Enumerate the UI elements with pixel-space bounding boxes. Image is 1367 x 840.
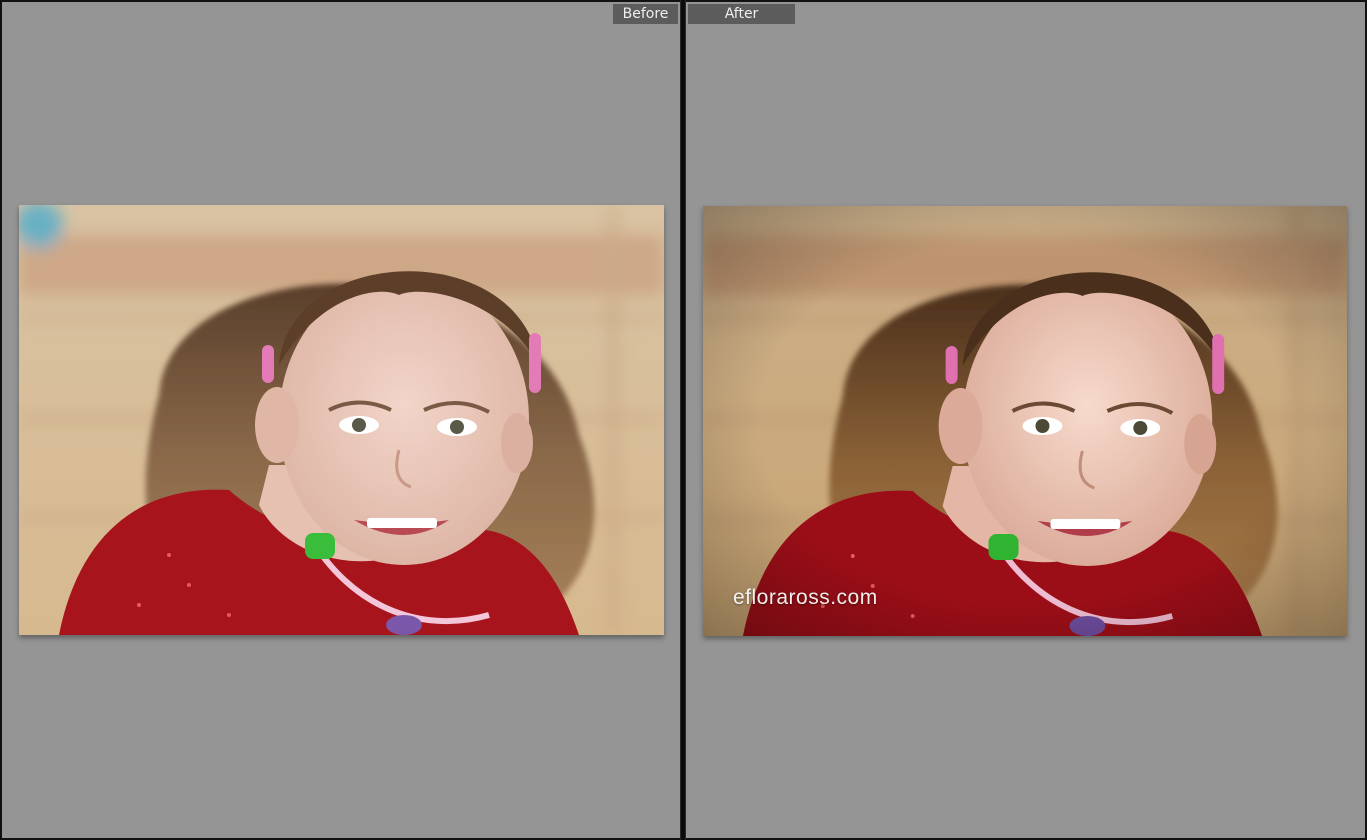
before-pane: Before [2,2,680,838]
before-photo[interactable] [19,205,664,635]
compare-view: Before After efloraross.com [0,0,1367,840]
after-label: After [688,4,795,24]
before-label: Before [613,4,678,24]
watermark-text: efloraross.com [733,586,878,609]
after-photo[interactable]: efloraross.com [703,206,1347,636]
after-pane: After efloraross.com [686,2,1365,838]
before-photo-image [19,205,664,635]
after-photo-image [703,206,1347,636]
